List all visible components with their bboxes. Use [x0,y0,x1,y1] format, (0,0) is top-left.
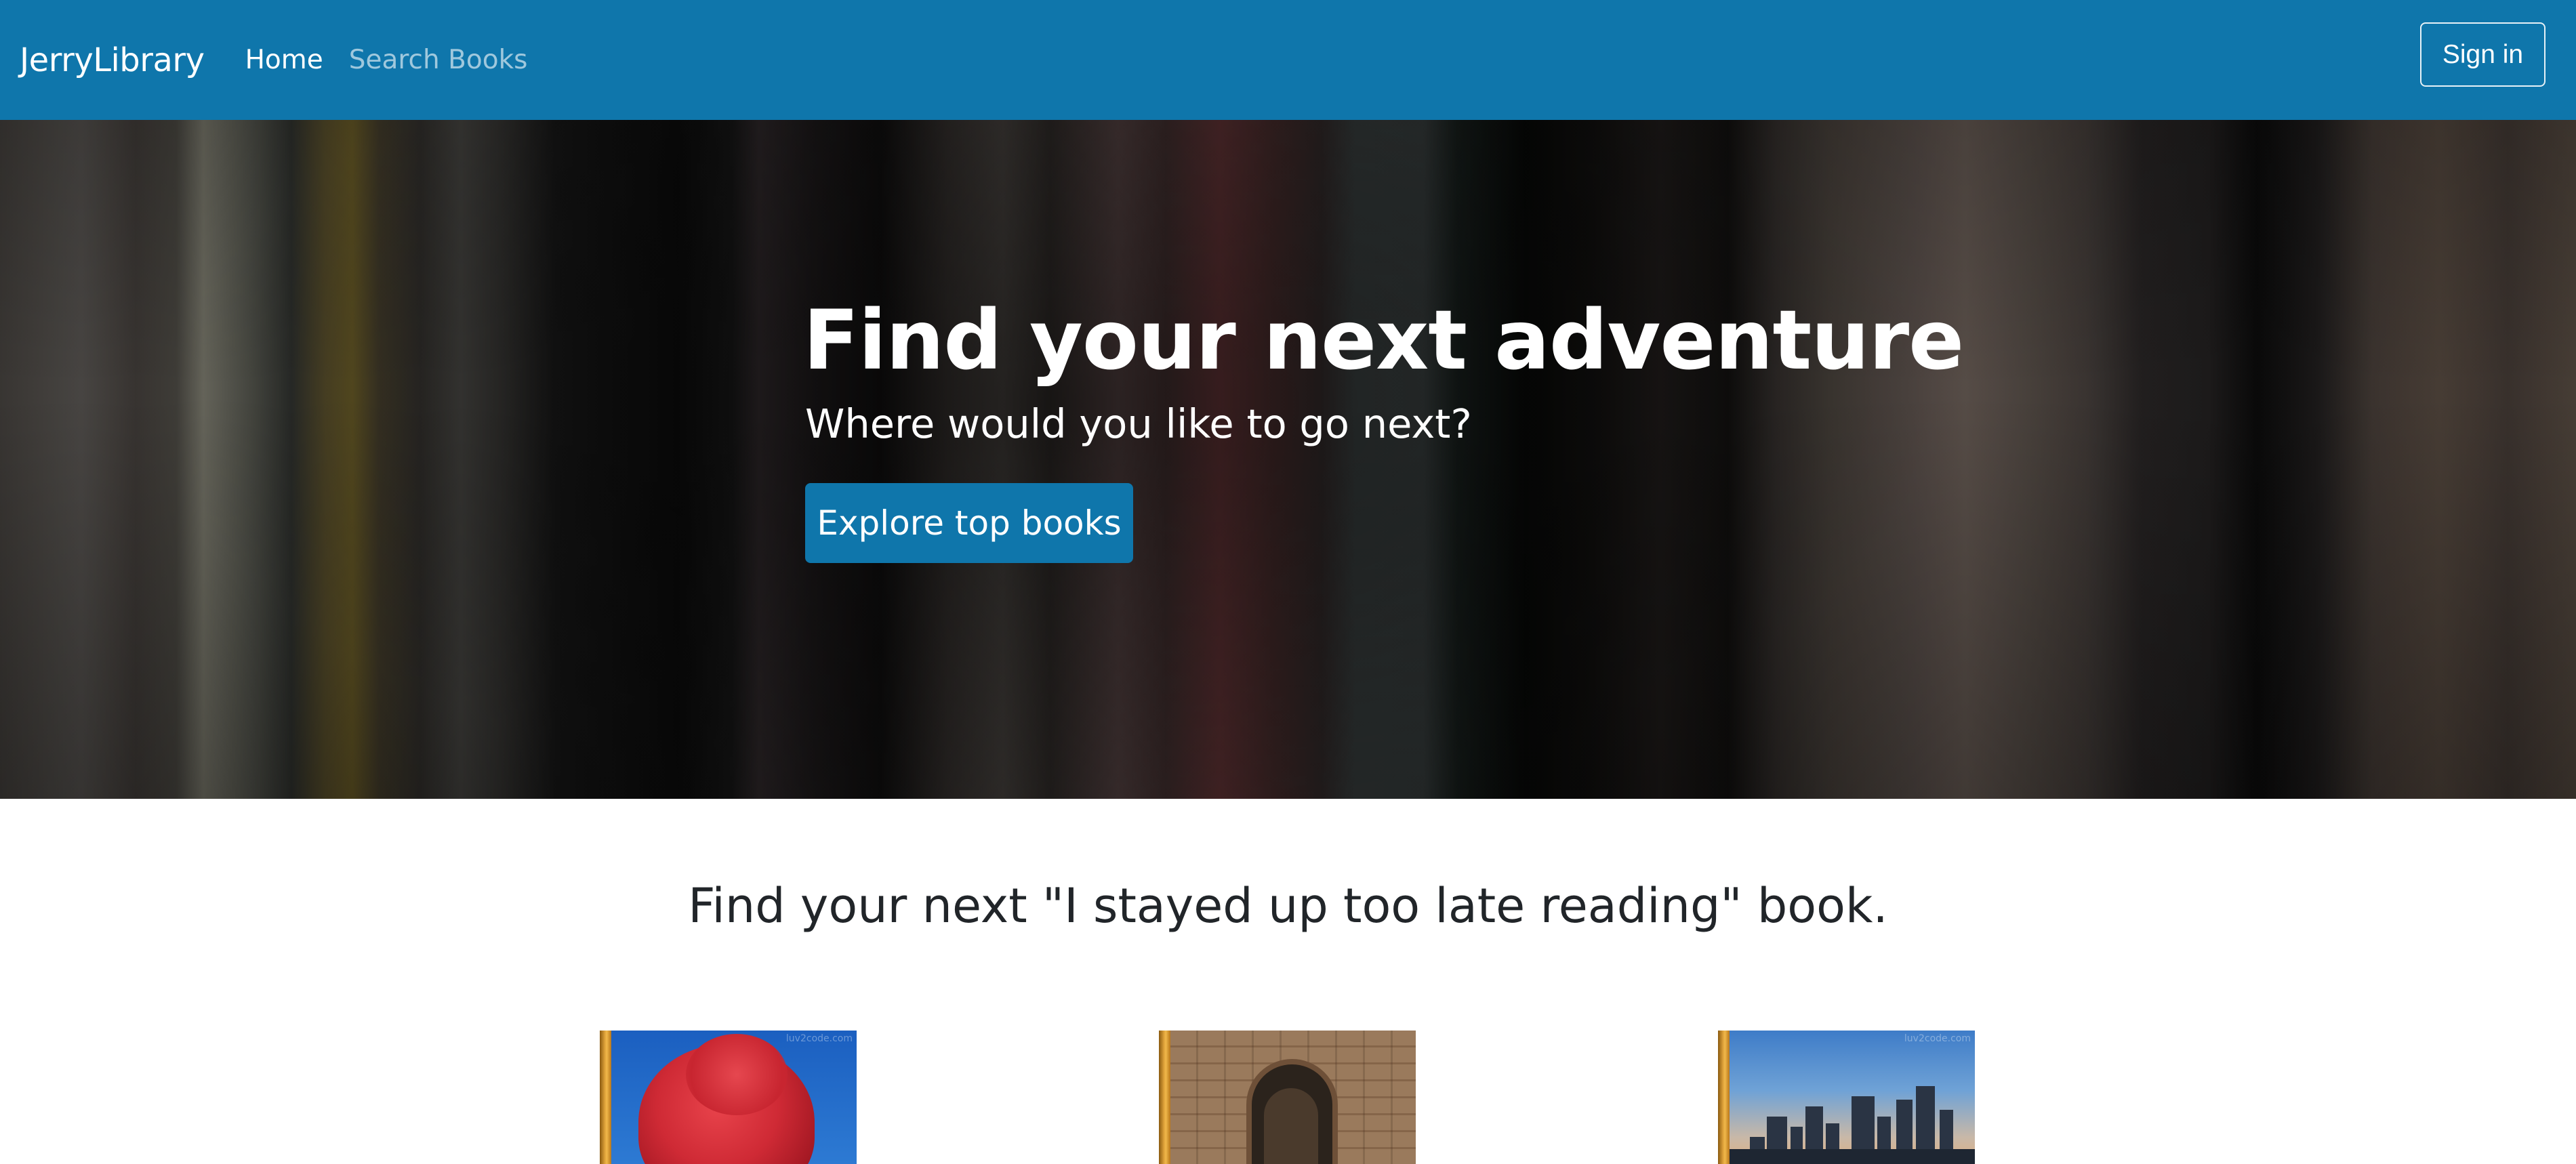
brand-logo-link[interactable]: JerryLibrary [20,41,205,79]
book-cover-image[interactable] [1170,1031,1416,1164]
nav-home-link[interactable]: Home [245,45,323,75]
cover-door [1264,1088,1318,1164]
book-spine [1159,1031,1170,1164]
hero-banner: Find your next adventure Where would you… [0,120,2576,799]
cover-watermark: luv2code.com [785,1033,853,1044]
navbar: JerryLibrary Home Search Books Sign in [0,0,2576,120]
cover-watermark: luv2code.com [1904,1033,1971,1044]
book-card[interactable]: luv2code.com [600,1031,857,1164]
explore-top-books-button[interactable]: Explore top books [805,483,1133,563]
book-cover-image[interactable]: luv2code.com [611,1031,857,1164]
section-title: Find your next "I stayed up too late rea… [688,878,1888,934]
nav-links: Home Search Books [245,45,554,75]
book-spine [1718,1031,1730,1164]
book-card[interactable] [1159,1031,1416,1164]
hero-subtitle: Where would you like to go next? [805,400,1472,447]
book-spine [600,1031,611,1164]
cover-tree-top [686,1034,788,1115]
book-cover-image[interactable]: luv2code.com [1730,1031,1975,1164]
cover-skyline-base [1730,1149,1975,1164]
book-card[interactable]: luv2code.com [1718,1031,1975,1164]
nav-search-books-link[interactable]: Search Books [349,45,528,75]
hero-overlay-gradient [0,120,2576,799]
hero-title: Find your next adventure [803,293,1964,388]
sign-in-button[interactable]: Sign in [2420,22,2546,87]
